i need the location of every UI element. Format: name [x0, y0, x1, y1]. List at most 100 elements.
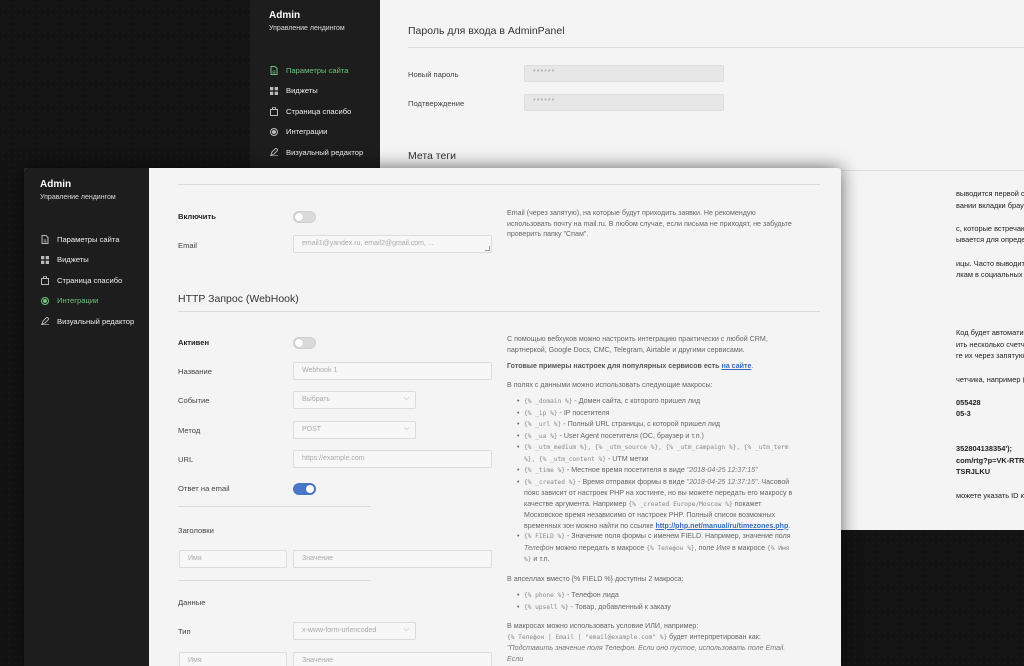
webhook-help: С помощью вебхуков можно настроить интег…	[507, 334, 799, 664]
sidebar-item-site-params[interactable]: Параметры сайта	[40, 229, 149, 250]
email-field[interactable]: email1@yandex.ru, email2@gmail.com, ...	[293, 235, 492, 253]
brand-title: Admin	[269, 10, 301, 21]
grid-icon	[40, 255, 49, 264]
data-value-input[interactable]: Значение	[293, 652, 492, 666]
sidebar-item-visual-editor[interactable]: Визуальный редактор	[269, 142, 380, 163]
new-password-label: Новый пароль	[408, 70, 459, 79]
help-line: c, которые встречаются на странице. Не в…	[956, 223, 1024, 233]
macro-text: - UTM метки	[605, 454, 649, 463]
macro-text: - Время отправки формы в виде	[576, 477, 687, 486]
brand-subtitle: Управление лендингом	[40, 194, 116, 201]
sidebar-item-label: Интеграции	[286, 127, 328, 137]
webhook-method-label: Метод	[178, 426, 201, 435]
sidebar-item-thanks-page[interactable]: Страница спасибо	[40, 270, 149, 291]
macro-text: .	[788, 521, 791, 530]
macro-italic: Имя	[716, 543, 731, 552]
macro-text: - IP посетителя	[557, 408, 610, 417]
help-line: можете указать ID контейнера optimize (д…	[956, 490, 1024, 500]
webhook-active-toggle[interactable]	[293, 337, 316, 349]
timezones-link[interactable]: http://php.net/manual/ru/timezones.php	[655, 522, 788, 530]
webhook-event-label: Событие	[178, 396, 210, 405]
email-help-text: Email (через запятую), на которые будут …	[507, 209, 792, 238]
new-password-input[interactable]: ******	[524, 65, 724, 82]
sidebar-item-integrations[interactable]: Интеграции	[269, 122, 380, 143]
grid-icon	[269, 86, 278, 95]
back-nav: Параметры сайта Виджеты Страница спасибо…	[269, 60, 380, 163]
macro-item: {% upsell %} - Товар, добавленный к зака…	[517, 602, 799, 614]
data-type-select[interactable]: x-www-form-urlencoded ⌵	[293, 622, 416, 640]
macro-item: {% _domain %} - Домен сайта, с которого …	[517, 396, 799, 408]
sidebar-item-label: Интеграции	[57, 296, 99, 306]
email-label: Email	[178, 241, 197, 250]
ready-prefix: Готовые примеры настроек для популярных …	[507, 362, 722, 370]
file-icon	[269, 65, 278, 75]
macro-code: {% _created Europe/Moscow %}	[628, 500, 733, 508]
chevron-down-icon: ⌵	[403, 425, 409, 432]
divider	[178, 506, 371, 507]
header-name-input[interactable]: Имя	[179, 550, 287, 568]
data-type-label: Тип	[178, 627, 191, 636]
sidebar-item-visual-editor[interactable]: Визуальный редактор	[40, 311, 149, 332]
macro-item: {% FIELD %} - Значение поля формы с имен…	[517, 531, 799, 566]
headers-label: Заголовки	[178, 526, 214, 535]
email-placeholder: email1@yandex.ru, email2@gmail.com, ...	[302, 240, 434, 247]
divider	[178, 580, 371, 581]
divider	[178, 184, 820, 185]
webhook-event-select[interactable]: Выбрать ⌵	[293, 391, 416, 409]
help-line: com/rtg?p=VK-RTRG-221699-65Gt	[956, 455, 1024, 465]
examples-link[interactable]: на сайте	[721, 362, 751, 370]
macro-code: {% phone %}	[524, 592, 565, 599]
macro-item: {% _time %} - Местное время посетителя в…	[517, 465, 799, 477]
upsell-intro: В апселлах вместо {% FIELD %} доступны 2…	[507, 574, 684, 583]
sidebar-item-label: Страница спасибо	[286, 106, 352, 116]
webhook-help-intro: С помощью вебхуков можно настроить интег…	[507, 335, 768, 354]
help-line: 352804138354');	[956, 444, 1013, 454]
macro-code: {% upsell %}	[524, 603, 569, 611]
sidebar-item-thanks-page[interactable]: Страница спасибо	[269, 101, 380, 122]
webhook-section-title: HTTP Запрос (WebHook)	[178, 293, 299, 305]
method-select-value: POST	[302, 426, 322, 433]
webhook-url-input[interactable]: https://example.com	[293, 450, 492, 468]
help-line: ить несколько счетчиков одной системы (н…	[956, 339, 1024, 349]
macro-code: {% _created %}	[524, 478, 577, 486]
confirm-password-input[interactable]: ******	[524, 94, 724, 111]
macro-item: {% _ua %} - User Agent посетителя (ОС, б…	[517, 431, 799, 443]
webhook-name-input[interactable]: Webhook 1	[293, 362, 492, 380]
macro-text: , поле	[694, 543, 717, 552]
data-name-input[interactable]: Имя	[179, 652, 287, 666]
macro-item: {% _ip %} - IP посетителя	[517, 408, 799, 420]
pencil-icon	[269, 148, 278, 157]
macro-item: {% phone %} - Телефон лида	[517, 590, 799, 602]
webhook-url-label: URL	[178, 455, 194, 464]
macro-code: {% _time %}	[524, 467, 565, 474]
sidebar-item-site-params[interactable]: Параметры сайта	[269, 60, 380, 81]
help-line: Код будет автоматически вставлен на все …	[956, 328, 1024, 338]
macro-text: - Домен сайта, с которого пришел лид	[572, 397, 701, 405]
sidebar-item-widgets[interactable]: Виджеты	[269, 81, 380, 102]
macro-text: - Товар, добавленный к заказу	[568, 602, 671, 611]
help-line: ывается для определения тематики страниц…	[956, 235, 1024, 245]
sidebar-item-label: Визуальный редактор	[286, 147, 364, 157]
email-reply-toggle[interactable]	[293, 483, 316, 495]
sidebar-item-integrations[interactable]: Интеграции	[40, 291, 149, 312]
sidebar-item-label: Виджеты	[57, 255, 89, 265]
circle-icon	[40, 296, 49, 305]
confirm-password-label: Подтверждение	[408, 99, 465, 108]
enable-toggle[interactable]	[293, 211, 316, 223]
help-line: лкам в социальных сетях.	[956, 270, 1024, 280]
macro-text: - User Agent посетителя (ОС, браузер и т…	[557, 431, 704, 440]
resize-grip-icon[interactable]	[485, 246, 490, 251]
macro-text: - Местное время посетителя в виде	[564, 466, 687, 474]
brand-title: Admin	[40, 179, 72, 190]
macro-code: {% _utm_medium %}, {% _utm_source %}, {%…	[524, 444, 789, 463]
data-type-value: x-www-form-urlencoded	[302, 627, 377, 634]
webhook-name-label: Название	[178, 367, 212, 376]
header-value-input[interactable]: Значение	[293, 550, 492, 568]
file-icon	[40, 234, 49, 244]
webhook-method-select[interactable]: POST ⌵	[293, 421, 416, 439]
macro-code: {% _url %}	[524, 421, 562, 428]
help-line: ицы. Часто выводится поисковиками под сс…	[956, 258, 1024, 268]
chevron-down-icon: ⌵	[403, 395, 409, 402]
sidebar-item-widgets[interactable]: Виджеты	[40, 250, 149, 271]
macros-intro: В полях с данными можно использовать сле…	[507, 380, 713, 389]
